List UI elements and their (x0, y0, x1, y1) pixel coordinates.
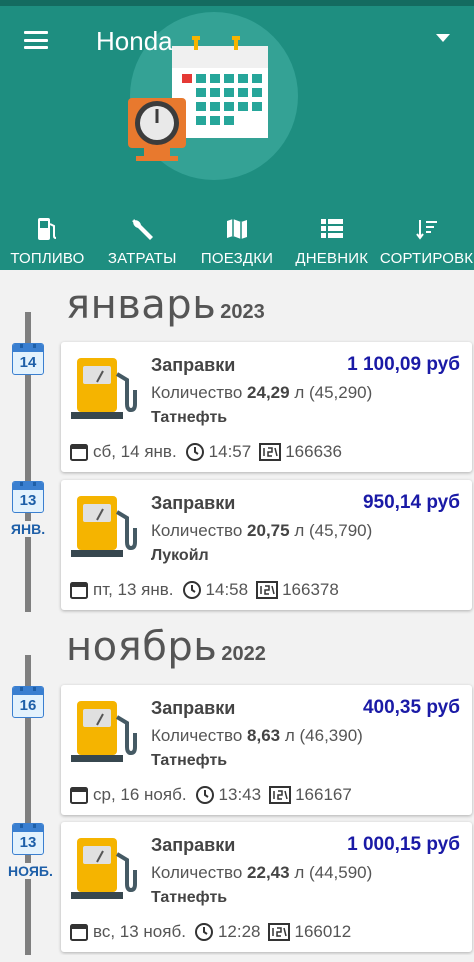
odometer-icon (269, 786, 292, 804)
tab-log[interactable]: ДНЕВНИК (284, 210, 379, 270)
entry-title: Заправки (151, 493, 236, 513)
entry-odometer: 166012 (294, 922, 352, 941)
menu-button[interactable] (24, 31, 48, 49)
entry-footer: сб, 14 янв. 14:57 166636 (69, 442, 342, 462)
day-number: 13 (19, 492, 37, 509)
calendar-icon: 13 (12, 823, 44, 855)
entry-quantity: Количество 22,43 л (44,590) (151, 863, 373, 882)
entry-station: Татнефть (151, 409, 228, 426)
month-abbrev: ЯНВ. (8, 521, 48, 537)
tab-expenses-label: ЗАТРАТЫ (107, 250, 177, 267)
tab-trips-label: ПОЕЗДКИ (200, 250, 274, 267)
tab-fuel-label: ТОПЛИВО (10, 250, 85, 267)
entry-date: сб, 14 янв. (93, 442, 177, 461)
sort-icon (415, 220, 437, 240)
odometer-icon (268, 923, 291, 941)
entry-amount: 950,14 руб (362, 492, 460, 513)
map-icon (226, 219, 247, 239)
fuel-entry-card[interactable]: Заправки 1 100,09 руб Количество 24,29 л… (61, 342, 472, 472)
entry-station: Татнефть (151, 752, 228, 769)
fuel-pump-icon (71, 701, 137, 762)
tab-fuel[interactable]: ТОПЛИВО (0, 210, 95, 270)
fuel-entry-card[interactable]: Заправки 1 000,15 руб Количество 22,43 л… (61, 822, 472, 952)
entry-odometer: 166378 (282, 580, 339, 599)
clock-icon (182, 580, 202, 600)
clock-icon (195, 785, 215, 805)
entry-title: Заправки (151, 355, 236, 375)
list-bottom-edge (0, 955, 474, 962)
entry-footer: вс, 13 нояб. 12:28 166012 (69, 922, 351, 942)
month-name: январь (66, 282, 217, 328)
clock-icon (194, 922, 214, 942)
day-number: 13 (19, 834, 37, 851)
calendar-icon: 13 (12, 481, 44, 513)
month-abbrev: НОЯБ. (8, 863, 53, 879)
fuel-entry-card[interactable]: Заправки 400,35 руб Количество 8,63 л (4… (61, 685, 472, 815)
entry-amount: 400,35 руб (362, 697, 460, 718)
vehicle-dropdown-icon[interactable] (436, 34, 450, 42)
entry-time: 12:28 (217, 922, 261, 941)
calendar-icon (69, 442, 89, 462)
entry-time: 13:43 (218, 785, 262, 804)
entry-amount: 1 100,09 руб (347, 354, 460, 375)
date-badge: 13 НОЯБ. (8, 823, 53, 879)
entry-station: Татнефть (151, 889, 228, 906)
fuel-pump-icon (71, 358, 137, 419)
entry-title: Заправки (151, 835, 236, 855)
entry-quantity: Количество 24,29 л (45,290) (151, 383, 373, 402)
month-year: 2022 (221, 643, 266, 665)
calendar-icon: 16 (12, 686, 44, 718)
entry-quantity: Количество 20,75 л (45,790) (151, 521, 373, 540)
status-bar (0, 0, 474, 6)
fuel-pump-icon (71, 838, 137, 899)
calendar-icon (69, 785, 89, 805)
calendar-icon: 14 (12, 343, 44, 375)
entry-station: Лукойл (151, 547, 209, 564)
fuel-pump-icon (71, 496, 137, 557)
month-year: 2023 (220, 301, 265, 323)
list-icon (320, 219, 343, 238)
month-header: ноябрь 2022 (66, 624, 266, 670)
wrench-icon (132, 219, 154, 240)
odometer-icon (256, 581, 279, 599)
entry-footer: пт, 13 янв. 14:58 166378 (69, 580, 339, 600)
calendar-icon (69, 580, 89, 600)
fuel-pump-icon (38, 218, 57, 240)
entry-date: ср, 16 нояб. (93, 785, 187, 804)
vehicle-title[interactable]: Honda (96, 26, 173, 57)
tab-expenses[interactable]: ЗАТРАТЫ (95, 210, 190, 270)
entry-odometer: 166636 (285, 442, 342, 461)
tab-sort-label: СОРТИРОВК (379, 250, 474, 267)
entry-odometer: 166167 (295, 785, 352, 804)
tab-bar: ТОПЛИВО ЗАТРАТЫ ПОЕЗДКИ ДНЕВНИК СОРТИРОВ… (0, 210, 474, 270)
entry-date: пт, 13 янв. (93, 580, 174, 599)
entry-time: 14:58 (205, 580, 249, 599)
tab-trips[interactable]: ПОЕЗДКИ (190, 210, 285, 270)
date-badge: 16 (12, 686, 46, 718)
clock-icon (185, 442, 205, 462)
entry-quantity: Количество 8,63 л (46,390) (151, 726, 363, 745)
entry-date: вс, 13 нояб. (93, 922, 186, 941)
date-badge: 13 ЯНВ. (8, 481, 48, 537)
tab-log-label: ДНЕВНИК (295, 250, 369, 267)
entry-title: Заправки (151, 698, 236, 718)
month-name: ноябрь (66, 624, 218, 670)
calendar-icon (69, 922, 89, 942)
odometer-icon (259, 443, 282, 461)
entry-time: 14:57 (208, 442, 252, 461)
fuel-entry-card[interactable]: Заправки 950,14 руб Количество 20,75 л (… (61, 480, 472, 610)
entry-amount: 1 000,15 руб (347, 834, 460, 855)
month-header: январь 2023 (66, 282, 265, 328)
app-header: Honda ТОПЛИВО ЗАТРАТЫ ПОЕЗДКИ ДНЕВНИК СО… (0, 0, 474, 270)
date-badge: 14 (12, 343, 46, 375)
tab-sort[interactable]: СОРТИРОВК (379, 210, 474, 270)
day-number: 16 (19, 697, 37, 714)
entry-footer: ср, 16 нояб. 13:43 166167 (69, 785, 352, 805)
day-number: 14 (19, 354, 37, 371)
